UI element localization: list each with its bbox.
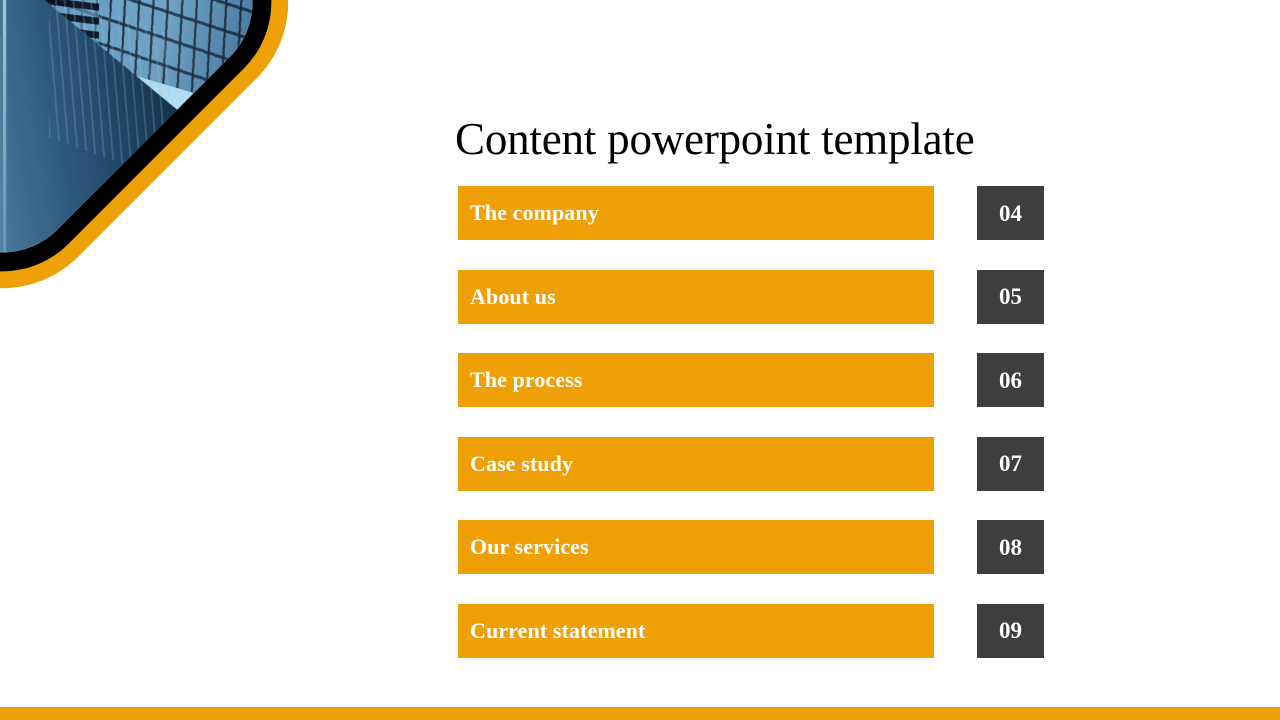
badge-photo-mask: [0, 0, 285, 285]
agenda-item-number: 06: [999, 367, 1022, 393]
agenda-item-bar[interactable]: The process: [458, 353, 934, 407]
agenda-item[interactable]: Current statement 09: [458, 603, 1044, 658]
decorative-photo-badge: [0, 0, 333, 333]
agenda-item-label: Current statement: [470, 617, 646, 643]
agenda-item-label: Case study: [470, 450, 574, 476]
agenda-item-number-box[interactable]: 09: [977, 603, 1044, 658]
agenda-item-number-box[interactable]: 04: [977, 186, 1044, 240]
agenda-item-label: Our services: [470, 534, 589, 559]
agenda-item-number-box[interactable]: 06: [977, 353, 1044, 407]
agenda-item[interactable]: The company 04: [458, 186, 1044, 240]
agenda-item-number: 08: [999, 534, 1022, 560]
agenda-item-bar[interactable]: About us: [458, 269, 934, 324]
footer-accent-bar: [0, 707, 1280, 720]
agenda-item-bar[interactable]: Current statement: [458, 603, 934, 658]
agenda-item-number: 04: [999, 200, 1022, 226]
agenda-item-label: About us: [470, 283, 556, 309]
agenda-item-number-box[interactable]: 05: [977, 269, 1044, 324]
agenda-list: The company 04 About us 05 The process 0…: [458, 186, 1044, 687]
agenda-item[interactable]: Our services 08: [458, 520, 1044, 574]
agenda-item-number: 07: [999, 451, 1022, 476]
agenda-item-bar[interactable]: The company: [458, 186, 934, 240]
agenda-item-number-box[interactable]: 07: [977, 436, 1044, 491]
photo-canopy-ridge: [3, 0, 7, 285]
agenda-item-number: 09: [999, 618, 1022, 643]
agenda-item-number-box[interactable]: 08: [977, 520, 1044, 574]
slide-canvas: Content powerpoint template The company …: [0, 0, 1280, 720]
agenda-item[interactable]: About us 05: [458, 269, 1044, 324]
agenda-item[interactable]: Case study 07: [458, 436, 1044, 491]
agenda-item-label: The company: [470, 200, 599, 225]
architecture-photo: [0, 0, 285, 285]
agenda-item[interactable]: The process 06: [458, 353, 1044, 407]
agenda-item-bar[interactable]: Case study: [458, 436, 934, 491]
page-title: Content powerpoint template: [455, 114, 975, 164]
agenda-item-number: 05: [999, 284, 1022, 309]
agenda-item-bar[interactable]: Our services: [458, 520, 934, 574]
agenda-item-label: The process: [470, 367, 583, 392]
